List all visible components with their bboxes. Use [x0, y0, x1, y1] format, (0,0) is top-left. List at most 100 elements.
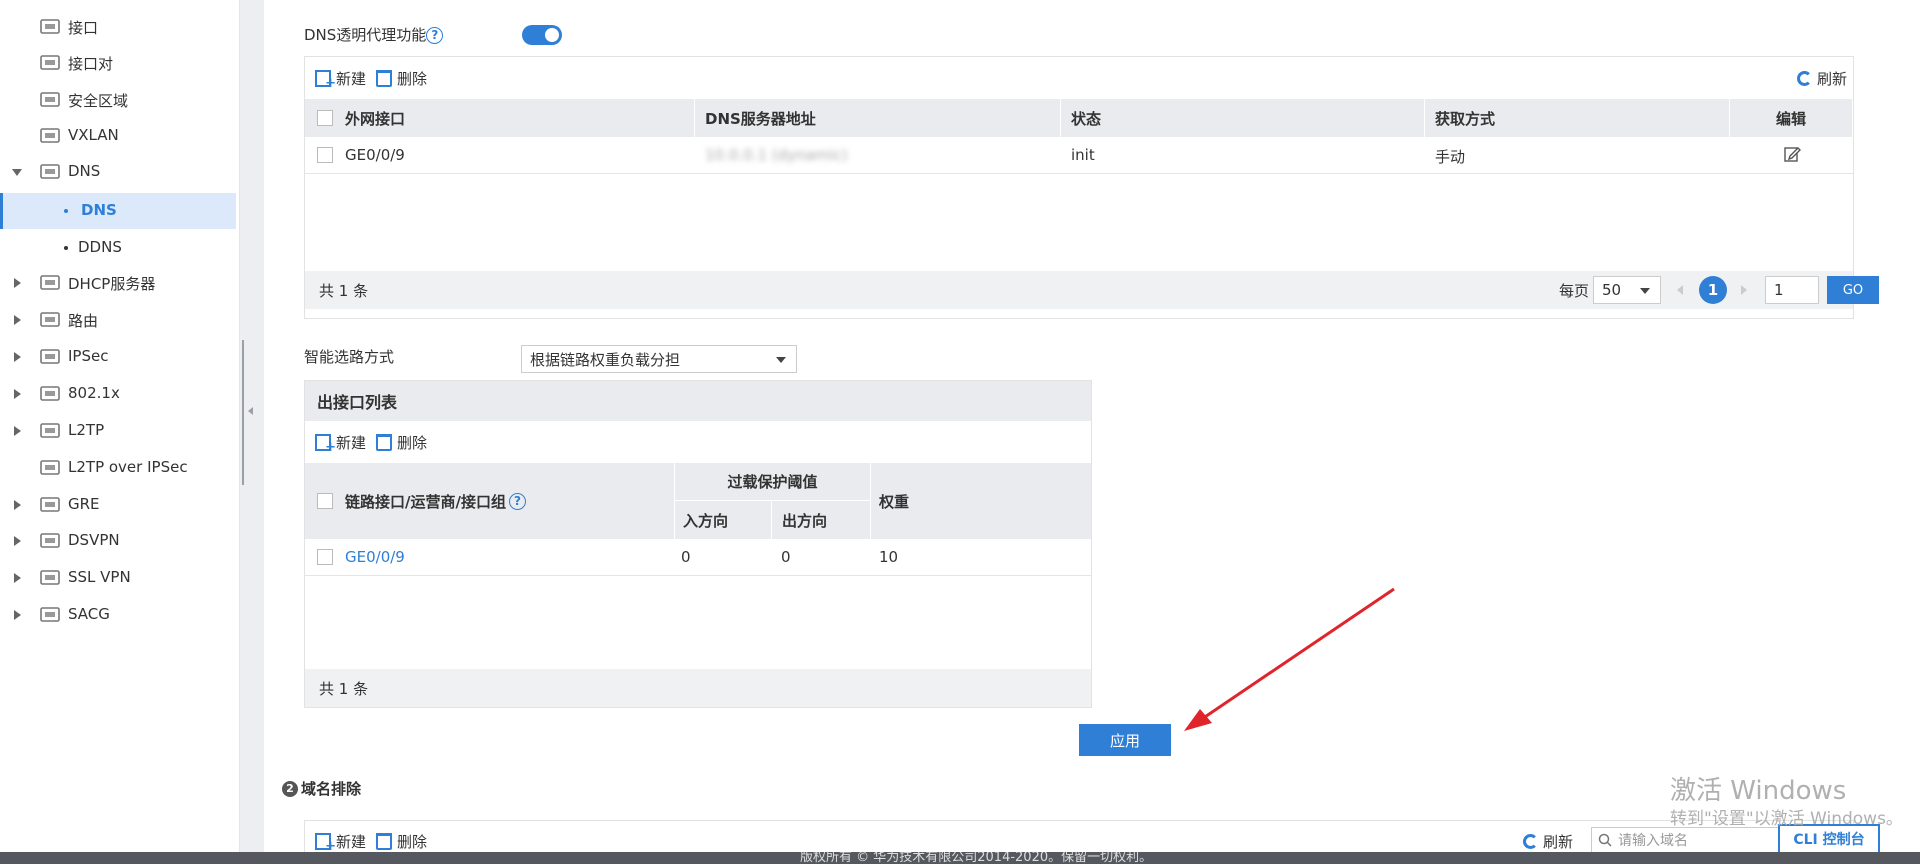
page-number-input[interactable]: 1 — [1765, 276, 1819, 304]
apply-button[interactable]: 应用 — [1079, 724, 1171, 756]
dns-proxy-toggle[interactable] — [522, 25, 562, 45]
help-icon[interactable]: ? — [426, 27, 444, 44]
sidebar-item-label: DNS — [68, 162, 101, 180]
help-icon[interactable]: ? — [508, 492, 526, 510]
dns-server-panel: 新建 删除 刷新 外网接口 DNS服务器地址 状态 获取方式 编辑 GE0/0/… — [304, 56, 1879, 319]
sidebar-item-[interactable]: 路由 — [0, 302, 236, 338]
watermark-title: 激活 Windows — [1670, 776, 1847, 806]
sidebar-splitter[interactable] — [240, 0, 264, 852]
edit-icon[interactable] — [1783, 145, 1801, 167]
sidebar-item-l2tp[interactable]: L2TP — [0, 413, 236, 449]
refresh-icon — [1796, 71, 1812, 86]
sidebar-item-[interactable]: 安全区域 — [0, 82, 236, 118]
chevron-right-icon[interactable] — [14, 573, 21, 583]
status-bar: 版权所有 © 华为技术有限公司2014-2020。保留一切权利。 — [0, 852, 1920, 864]
sidebar-item-label: L2TP over IPSec — [68, 458, 188, 476]
smart-route-select[interactable]: 根据链路权重负载分担 — [521, 345, 797, 373]
col-label: 链路接口/运营商/接口组 — [345, 492, 506, 511]
chevron-right-icon[interactable] — [14, 500, 21, 510]
collapse-arrow-icon[interactable] — [248, 407, 253, 415]
chevron-right-icon[interactable] — [14, 278, 21, 288]
col-label: DNS服务器地址 — [705, 109, 816, 128]
sidebar-item-ddns-sub[interactable]: DDNS — [0, 230, 236, 266]
sidebar-item-gre[interactable]: GRE — [0, 487, 236, 523]
col-label: 状态 — [1071, 109, 1102, 128]
refresh-button[interactable]: 刷新 — [1523, 831, 1573, 852]
sidebar-item-label: L2TP — [68, 421, 105, 439]
chevron-right-icon[interactable] — [14, 315, 21, 325]
col-method[interactable]: 获取方式 — [1425, 99, 1730, 137]
table-row[interactable]: GE0/0/9 10.0.0.1 (dynamic) init 手动 — [305, 137, 1853, 174]
sidebar-item-[interactable]: 接口 — [0, 9, 236, 45]
row-checkbox[interactable] — [317, 549, 333, 565]
dns-table-footer: 共 1 条 每页 50 1 1 GO — [305, 271, 1879, 309]
sidebar-item-ssl-vpn[interactable]: SSL VPN — [0, 560, 236, 596]
main-content: DNS透明代理功能? 新建 删除 刷新 外网接口 DNS服务器地址 状态 获取方… — [264, 0, 1920, 860]
delete-icon — [376, 832, 393, 850]
chevron-right-icon[interactable] — [14, 426, 21, 436]
domain-search-input[interactable]: 请输入域名 — [1591, 827, 1787, 853]
refresh-label: 刷新 — [1543, 833, 1574, 851]
route-icon — [40, 311, 60, 328]
prev-page-icon[interactable] — [1677, 285, 1683, 295]
ipsec-icon — [40, 348, 60, 365]
out-interface-title: 出接口列表 — [305, 381, 1091, 421]
sidebar-item-802-1x[interactable]: 802.1x — [0, 376, 236, 412]
cell-link-interface[interactable]: GE0/0/9 — [345, 548, 405, 566]
col-edit: 编辑 — [1730, 99, 1853, 137]
chevron-right-icon[interactable] — [14, 536, 21, 546]
splitter-grip[interactable] — [242, 340, 244, 485]
per-page-select[interactable]: 50 — [1593, 276, 1661, 304]
col-overload: 过载保护阈值 — [675, 463, 871, 501]
sidebar-item-dhcp[interactable]: DHCP服务器 — [0, 265, 236, 301]
delete-label: 删除 — [397, 69, 428, 88]
sidebar-item-label: VXLAN — [68, 126, 119, 144]
sidebar-item-dns-sub[interactable]: DNS — [0, 193, 236, 229]
watermark-subtitle: 转到"设置"以激活 Windows。 — [1670, 809, 1903, 829]
vxlan-icon — [40, 127, 60, 144]
delete-button[interactable]: 删除 — [376, 831, 427, 852]
sidebar-item-l2tp-over-ipsec[interactable]: L2TP over IPSec — [0, 450, 236, 486]
new-icon — [315, 832, 336, 854]
current-page[interactable]: 1 — [1699, 276, 1727, 304]
col-in[interactable]: 入方向 — [675, 501, 772, 539]
chevron-down-icon — [1640, 288, 1650, 294]
sidebar-item-sacg[interactable]: SACG — [0, 597, 236, 633]
chevron-down-icon — [776, 357, 786, 363]
col-status[interactable]: 状态 — [1061, 99, 1425, 137]
sidebar-item-label: GRE — [68, 495, 100, 513]
refresh-button[interactable]: 刷新 — [1796, 68, 1847, 89]
dns-proxy-label: DNS透明代理功能? — [304, 24, 444, 45]
search-icon — [1598, 833, 1612, 847]
new-button[interactable]: 新建 — [315, 432, 366, 455]
chevron-right-icon[interactable] — [14, 389, 21, 399]
row-checkbox[interactable] — [317, 147, 333, 163]
table-row[interactable]: GE0/0/9 0 0 10 — [305, 539, 1091, 576]
col-dns-server[interactable]: DNS服务器地址 — [695, 99, 1061, 137]
new-button[interactable]: 新建 — [315, 831, 366, 854]
col-link[interactable]: 链路接口/运营商/接口组 ? — [305, 463, 675, 539]
sidebar-item-dsvpn[interactable]: DSVPN — [0, 523, 236, 559]
new-button[interactable]: 新建 — [315, 68, 366, 91]
delete-button[interactable]: 删除 — [376, 432, 427, 453]
go-button[interactable]: GO — [1827, 276, 1879, 304]
sidebar-item-vxlan[interactable]: VXLAN — [0, 118, 236, 154]
col-wan-interface[interactable]: 外网接口 — [305, 99, 695, 137]
next-page-icon[interactable] — [1741, 285, 1747, 295]
sidebar-item-ipsec[interactable]: IPSec — [0, 339, 236, 375]
chevron-right-icon[interactable] — [14, 610, 21, 620]
col-out[interactable]: 出方向 — [772, 501, 871, 539]
sacg-icon — [40, 606, 60, 623]
chevron-right-icon[interactable] — [14, 352, 21, 362]
select-all-checkbox[interactable] — [317, 493, 333, 509]
new-icon — [315, 69, 336, 91]
delete-button[interactable]: 删除 — [376, 68, 427, 89]
dsvpn-icon — [40, 532, 60, 549]
sidebar-item-[interactable]: 接口对 — [0, 45, 236, 81]
col-weight[interactable]: 权重 — [871, 463, 1091, 539]
select-all-checkbox[interactable] — [317, 110, 333, 126]
chevron-down-icon[interactable] — [12, 169, 22, 176]
total-count: 共 1 条 — [319, 281, 369, 300]
out-interface-panel: 出接口列表 新建 删除 链路接口/运营商/接口组 ? 过载保护阈值 入方向 出方… — [304, 380, 1092, 708]
sidebar-item-dns[interactable]: DNS — [0, 154, 236, 190]
